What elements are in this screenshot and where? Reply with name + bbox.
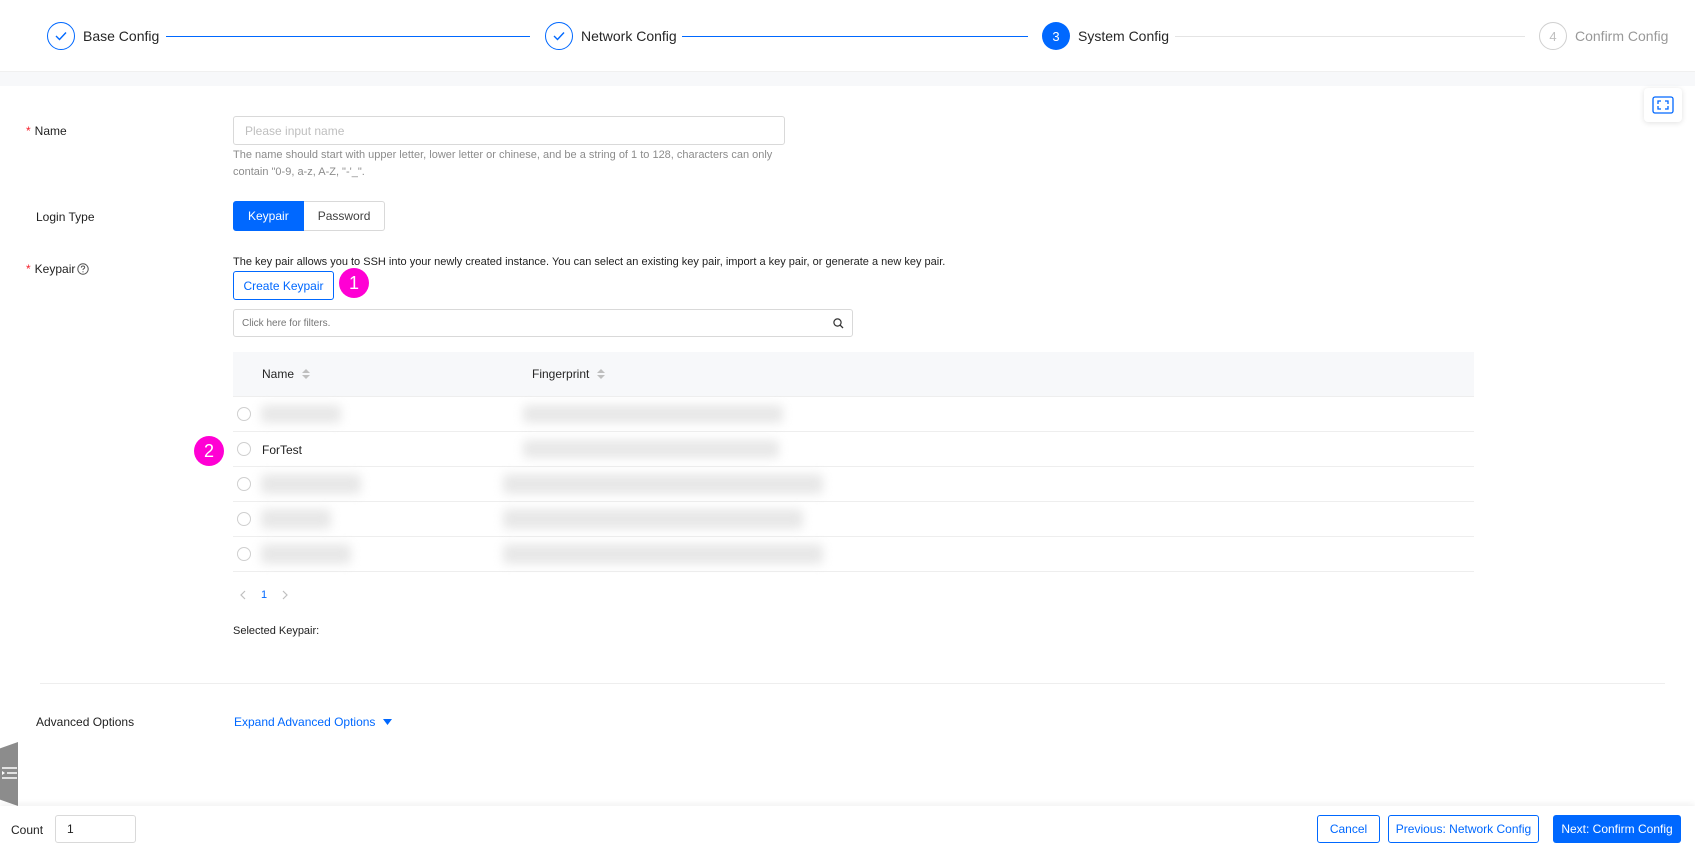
step-confirm-config[interactable]: 4 Confirm Config	[1539, 22, 1668, 50]
cancel-button[interactable]: Cancel	[1317, 815, 1380, 843]
chevron-left-icon[interactable]	[239, 590, 247, 600]
annotation-badge-1: 1	[339, 268, 369, 298]
create-keypair-button[interactable]: Create Keypair	[233, 271, 334, 300]
blurred-fingerprint	[503, 474, 823, 494]
divider	[40, 683, 1665, 684]
count-input[interactable]	[55, 815, 136, 843]
keypair-filter[interactable]	[233, 309, 853, 337]
keypair-description: The key pair allows you to SSH into your…	[233, 256, 946, 268]
step-base-config[interactable]: Base Config	[47, 22, 159, 50]
keypair-table: Name Fingerprint ForTest	[233, 352, 1474, 572]
blurred-fingerprint	[503, 544, 823, 564]
table-row[interactable]	[233, 397, 1474, 432]
blurred-fingerprint	[503, 509, 803, 529]
table-row[interactable]	[233, 537, 1474, 572]
row-radio[interactable]	[237, 547, 251, 561]
step-network-config[interactable]: Network Config	[545, 22, 677, 50]
footer-bar: Count Cancel Previous: Network Config Ne…	[0, 806, 1695, 851]
row-radio[interactable]	[237, 407, 251, 421]
blurred-name	[261, 509, 331, 529]
table-row[interactable]	[233, 502, 1474, 537]
blurred-name	[261, 405, 341, 423]
login-type-keypair[interactable]: Keypair	[233, 201, 304, 231]
fullscreen-icon	[1652, 96, 1674, 114]
help-icon[interactable]	[77, 263, 90, 275]
column-header-name[interactable]: Name	[262, 367, 311, 381]
chevron-right-icon[interactable]	[281, 590, 289, 600]
advanced-options-label: Advanced Options	[36, 715, 135, 729]
row-radio[interactable]	[237, 442, 251, 456]
login-type-segmented: Keypair Password	[233, 201, 386, 231]
table-header: Name Fingerprint	[233, 352, 1474, 397]
name-label: * Name	[26, 124, 67, 138]
login-type-label: Login Type	[36, 210, 95, 224]
table-row[interactable]: ForTest	[233, 432, 1474, 467]
step-title: System Config	[1078, 28, 1170, 44]
step-number: 4	[1539, 22, 1567, 50]
sort-icon[interactable]	[597, 369, 606, 379]
check-icon	[545, 22, 573, 50]
keypair-name: ForTest	[262, 443, 303, 457]
selected-keypair-label: Selected Keypair:	[233, 625, 320, 637]
step-title: Base Config	[83, 28, 160, 44]
table-row[interactable]	[233, 467, 1474, 502]
annotation-badge-2: 2	[194, 436, 224, 466]
blurred-fingerprint	[523, 440, 779, 458]
filter-input[interactable]	[234, 310, 814, 336]
blurred-name	[261, 474, 361, 494]
fullscreen-button[interactable]	[1644, 88, 1682, 122]
keypair-label: * Keypair	[26, 262, 90, 276]
pagination: 1	[239, 589, 289, 601]
previous-button[interactable]: Previous: Network Config	[1388, 815, 1539, 843]
row-radio[interactable]	[237, 477, 251, 491]
menu-fold-icon	[2, 767, 17, 779]
page-number[interactable]: 1	[261, 589, 267, 601]
blurred-name	[261, 544, 351, 564]
expand-advanced-options-link[interactable]: Expand Advanced Options	[234, 715, 393, 729]
column-header-fingerprint[interactable]: Fingerprint	[532, 367, 606, 381]
side-drawer-tab[interactable]	[0, 742, 18, 806]
step-number: 3	[1042, 22, 1070, 50]
step-system-config[interactable]: 3 System Config	[1042, 22, 1169, 50]
next-button[interactable]: Next: Confirm Config	[1553, 815, 1681, 843]
login-type-password[interactable]: Password	[303, 201, 386, 231]
step-title: Confirm Config	[1575, 28, 1669, 44]
sort-icon[interactable]	[302, 369, 311, 379]
step-title: Network Config	[581, 28, 677, 44]
row-radio[interactable]	[237, 512, 251, 526]
name-input[interactable]	[233, 116, 785, 145]
name-help-text: The name should start with upper letter,…	[233, 149, 773, 178]
steps-bar: Base Config Network Config 3 System Conf…	[0, 0, 1695, 72]
section-divider-band	[0, 72, 1695, 86]
blurred-fingerprint	[523, 405, 783, 423]
count-label: Count	[11, 823, 44, 837]
step-connector	[1175, 36, 1525, 37]
search-icon[interactable]	[833, 318, 844, 329]
check-icon	[47, 22, 75, 50]
step-connector	[166, 36, 530, 37]
step-connector	[682, 36, 1028, 37]
caret-down-icon	[383, 719, 393, 725]
